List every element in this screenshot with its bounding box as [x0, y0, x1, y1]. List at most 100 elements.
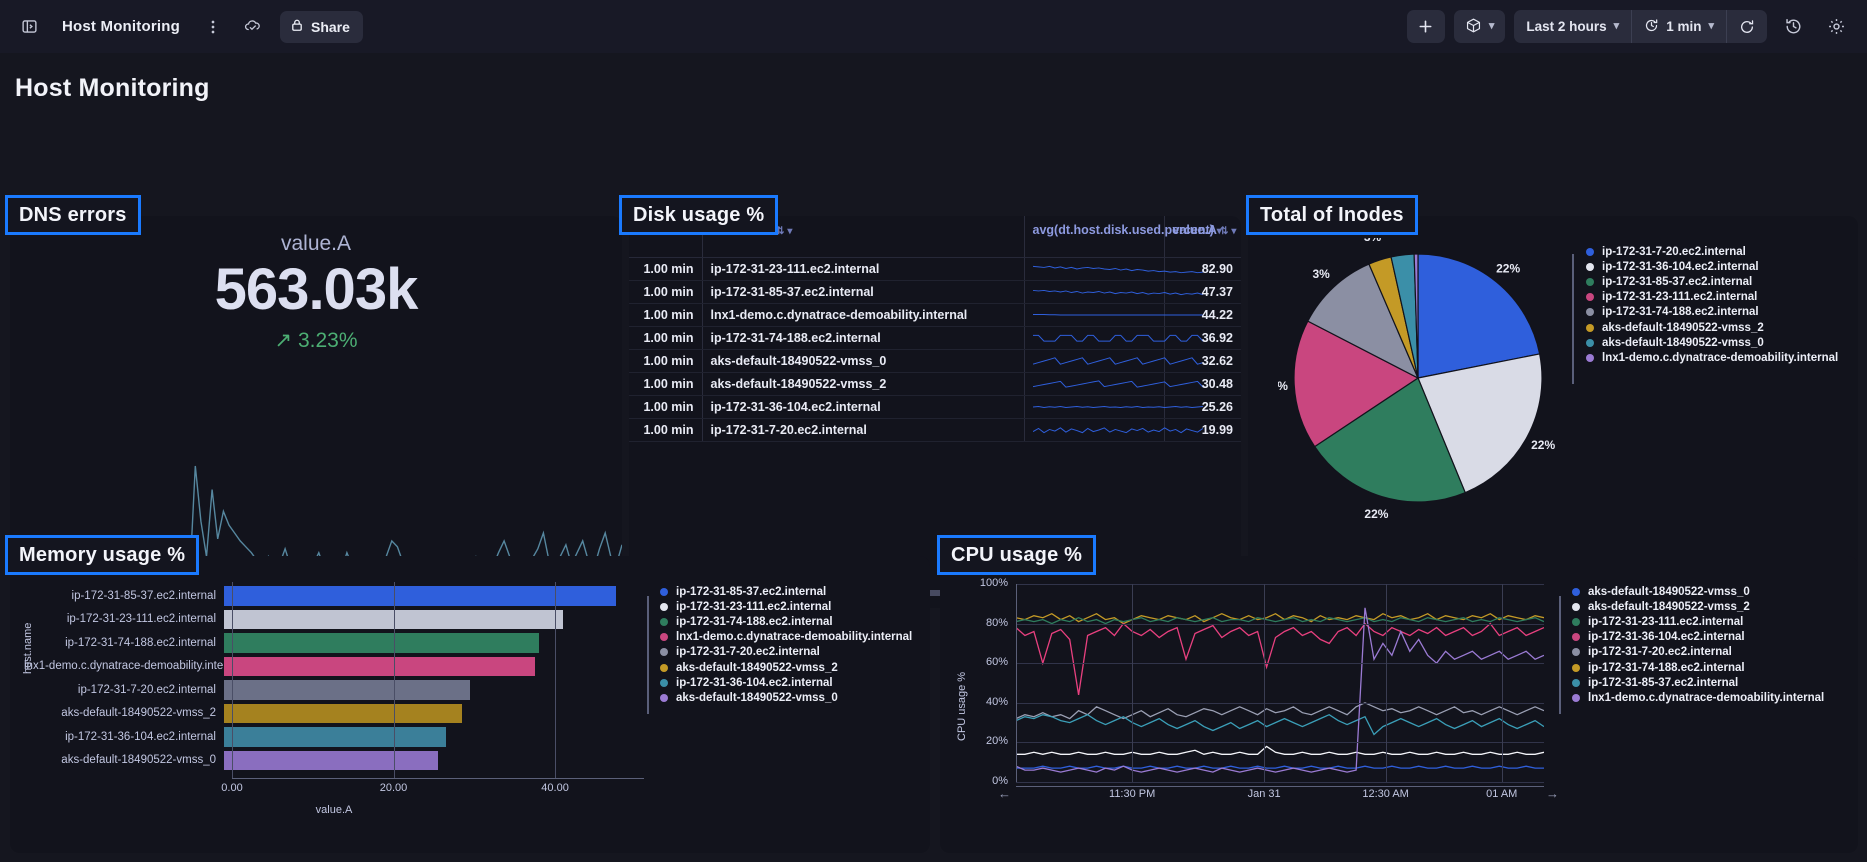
share-button[interactable]: Share — [279, 10, 363, 43]
legend-item[interactable]: ip-172-31-85-37.ec2.internal — [660, 584, 912, 599]
bar-row[interactable]: ip-172-31-36-104.ec2.internal — [24, 725, 644, 749]
legend-item[interactable]: aks-default-18490522-vmss_2 — [1572, 599, 1824, 614]
disk-usage-table[interactable]: rval⇅▾ host.name⇅▾ avg(dt.host.disk.used… — [629, 216, 1241, 442]
table-row[interactable]: 1.00 min lnx1-demo.c.dynatrace-demoabilit… — [629, 303, 1241, 327]
bar-row[interactable]: ip-172-31-85-37.ec2.internal — [24, 584, 644, 608]
legend-item[interactable]: lnx1-demo.c.dynatrace-demoability.intern… — [1586, 350, 1838, 365]
legend-item[interactable]: aks-default-18490522-vmss_2 — [1586, 320, 1838, 335]
table-row[interactable]: 1.00 min aks-default-18490522-vmss_0 32.62 — [629, 349, 1241, 373]
pie-slice-label: 22% — [1364, 507, 1388, 518]
legend-item[interactable]: lnx1-demo.c.dynatrace-demoability.intern… — [1572, 690, 1824, 705]
legend-color-dot — [1572, 693, 1580, 702]
panel-total-inodes[interactable]: 22% 22% 22% 11% 3% 3% ip-172-31-7-20.ec2.inte… — [1248, 216, 1858, 608]
x-axis-tick-label: 12:30 AM — [1362, 788, 1409, 800]
legend-color-dot — [660, 587, 668, 596]
bar-track — [224, 655, 644, 679]
inodes-pie-chart[interactable]: 22% 22% 22% 11% 3% 3% — [1278, 238, 1558, 518]
bar-row[interactable]: ip-172-31-23-111.ec2.internal — [24, 608, 644, 632]
panel-disk-usage[interactable]: rval⇅▾ host.name⇅▾ avg(dt.host.disk.used… — [629, 216, 1241, 608]
memory-title-text: Memory usage % — [19, 543, 186, 566]
legend-item[interactable]: ip-172-31-85-37.ec2.internal — [1572, 675, 1824, 690]
table-row[interactable]: 1.00 min ip-172-31-7-20.ec2.internal 19.99 — [629, 418, 1241, 442]
legend-item[interactable]: ip-172-31-36-104.ec2.internal — [660, 675, 912, 690]
legend-item[interactable]: ip-172-31-74-188.ec2.internal — [660, 614, 912, 629]
legend-rail — [1572, 254, 1574, 384]
table-row[interactable]: 1.00 min ip-172-31-36-104.ec2.internal 25.… — [629, 395, 1241, 419]
cpu-y-axis-ticks: 0% 20% 40% 60% 80% 100% — [968, 577, 1014, 787]
cpu-line-chart-plot[interactable] — [1016, 584, 1544, 783]
cpu-title-text: CPU usage % — [951, 543, 1083, 566]
chevron-down-icon: ▾ — [1708, 20, 1714, 32]
legend-color-dot — [1572, 602, 1580, 611]
bar-row[interactable]: ip-172-31-74-188.ec2.internal — [24, 631, 644, 655]
y-axis-tick-label: 100% — [979, 577, 1008, 589]
bar[interactable] — [224, 703, 463, 723]
legend-item[interactable]: aks-default-18490522-vmss_2 — [660, 660, 912, 675]
dns-delta: ↗ 3.23% — [274, 328, 358, 352]
legend-item[interactable]: ip-172-31-74-188.ec2.internal — [1586, 305, 1838, 320]
bar[interactable] — [224, 727, 447, 747]
app-selector-button[interactable]: ▾ — [1453, 10, 1506, 43]
settings-button[interactable] — [1819, 10, 1853, 43]
bar[interactable] — [224, 680, 471, 700]
legend-item[interactable]: ip-172-31-7-20.ec2.internal — [660, 645, 912, 660]
legend-item[interactable]: ip-172-31-23-111.ec2.internal — [1586, 290, 1838, 305]
legend-item[interactable]: aks-default-18490522-vmss_0 — [660, 690, 912, 705]
legend-item[interactable]: lnx1-demo.c.dynatrace-demoability.intern… — [660, 630, 912, 645]
bar[interactable] — [224, 633, 539, 653]
legend-label: ip-172-31-74-188.ec2.internal — [1602, 306, 1759, 319]
table-row[interactable]: 1.00 min aks-default-18490522-vmss_2 30.48 — [629, 372, 1241, 396]
bar-row[interactable]: aks-default-18490522-vmss_2 — [24, 702, 644, 726]
legend-item[interactable]: aks-default-18490522-vmss_0 — [1572, 584, 1824, 599]
refresh-interval-selector[interactable]: 1 min ▾ — [1632, 10, 1726, 43]
legend-item[interactable]: aks-default-18490522-vmss_0 — [1586, 335, 1838, 350]
table-row[interactable]: 1.00 min ip-172-31-74-188.ec2.internal 36.… — [629, 326, 1241, 350]
chevron-down-icon[interactable]: ▾ — [787, 226, 792, 237]
legend-item[interactable]: ip-172-31-85-37.ec2.internal — [1586, 274, 1838, 289]
chevron-down-icon[interactable]: ▾ — [1231, 226, 1236, 237]
cpu-x-axis-ticks: 11:30 PM Jan 31 12:30 AM 01 AM — [1016, 584, 1544, 806]
legend-item[interactable]: ip-172-31-23-111.ec2.internal — [660, 599, 912, 614]
legend-item[interactable]: ip-172-31-7-20.ec2.internal — [1586, 244, 1838, 259]
table-row[interactable]: 1.00 min ip-172-31-23-111.ec2.internal 82.… — [629, 257, 1241, 281]
bar-track — [224, 702, 644, 726]
cell-hostname: ip-172-31-23-111.ec2.internal — [701, 257, 1024, 281]
legend-item[interactable]: ip-172-31-74-188.ec2.internal — [1572, 660, 1824, 675]
memory-bar-chart[interactable]: ip-172-31-85-37.ec2.internal ip-172-31-23… — [24, 584, 644, 772]
history-button[interactable] — [1776, 10, 1810, 43]
bar-row[interactable]: aks-default-18490522-vmss_0 — [24, 749, 644, 773]
sort-icon[interactable]: ⇅ — [1220, 226, 1228, 237]
sidebar-toggle-button[interactable] — [14, 12, 44, 42]
cpu-next-button[interactable]: → — [1546, 786, 1559, 801]
cpu-prev-button[interactable]: ← — [998, 786, 1011, 801]
table-row[interactable]: 1.00 min ip-172-31-85-37.ec2.internal 47.3… — [629, 280, 1241, 304]
more-options-icon[interactable] — [198, 12, 228, 42]
legend-item[interactable]: ip-172-31-36-104.ec2.internal — [1586, 259, 1838, 274]
legend-item[interactable]: ip-172-31-23-111.ec2.internal — [1572, 614, 1824, 629]
legend-color-dot — [1586, 353, 1594, 362]
bar[interactable] — [224, 586, 616, 606]
legend-item[interactable]: ip-172-31-36-104.ec2.internal — [1572, 630, 1824, 645]
column-header-value[interactable]: value.A ⇅ ▾ — [1163, 216, 1241, 258]
refresh-button[interactable] — [1727, 10, 1767, 43]
cell-value: 47.37 — [1163, 280, 1241, 304]
column-header-sparkline[interactable]: avg(dt.host.disk.used.percent) ▾ — [1023, 216, 1222, 258]
cell-sparkline — [1023, 395, 1203, 419]
add-tile-button[interactable] — [1406, 10, 1445, 43]
bar[interactable] — [224, 656, 535, 676]
bar-row[interactable]: lnx1-demo.c.dynatrace-demoability.intern… — [24, 655, 644, 679]
legend-label: ip-172-31-74-188.ec2.internal — [676, 615, 833, 628]
time-range-selector[interactable]: Last 2 hours ▾ — [1514, 10, 1631, 43]
x-axis-tick-label: 40.00 — [541, 782, 569, 794]
legend-item[interactable]: ip-172-31-7-20.ec2.internal — [1572, 645, 1824, 660]
bar[interactable] — [224, 750, 439, 770]
legend-label: aks-default-18490522-vmss_2 — [676, 661, 838, 674]
panel-cpu-usage[interactable]: CPU usage % 0% 20% 40% 60% 80% 100% 11:30 PM J… — [940, 556, 1858, 853]
panel-memory-usage[interactable]: host.name ip-172-31-85-37.ec2.internal ip… — [10, 556, 930, 853]
page-title: Host Monitoring — [15, 74, 210, 102]
legend-color-dot — [1586, 338, 1594, 347]
cloud-check-icon[interactable] — [238, 12, 268, 42]
bar-row[interactable]: ip-172-31-7-20.ec2.internal — [24, 678, 644, 702]
inodes-legend: ip-172-31-7-20.ec2.internal ip-172-31-36-… — [1586, 244, 1838, 366]
cell-interval: 1.00 min — [629, 395, 702, 419]
